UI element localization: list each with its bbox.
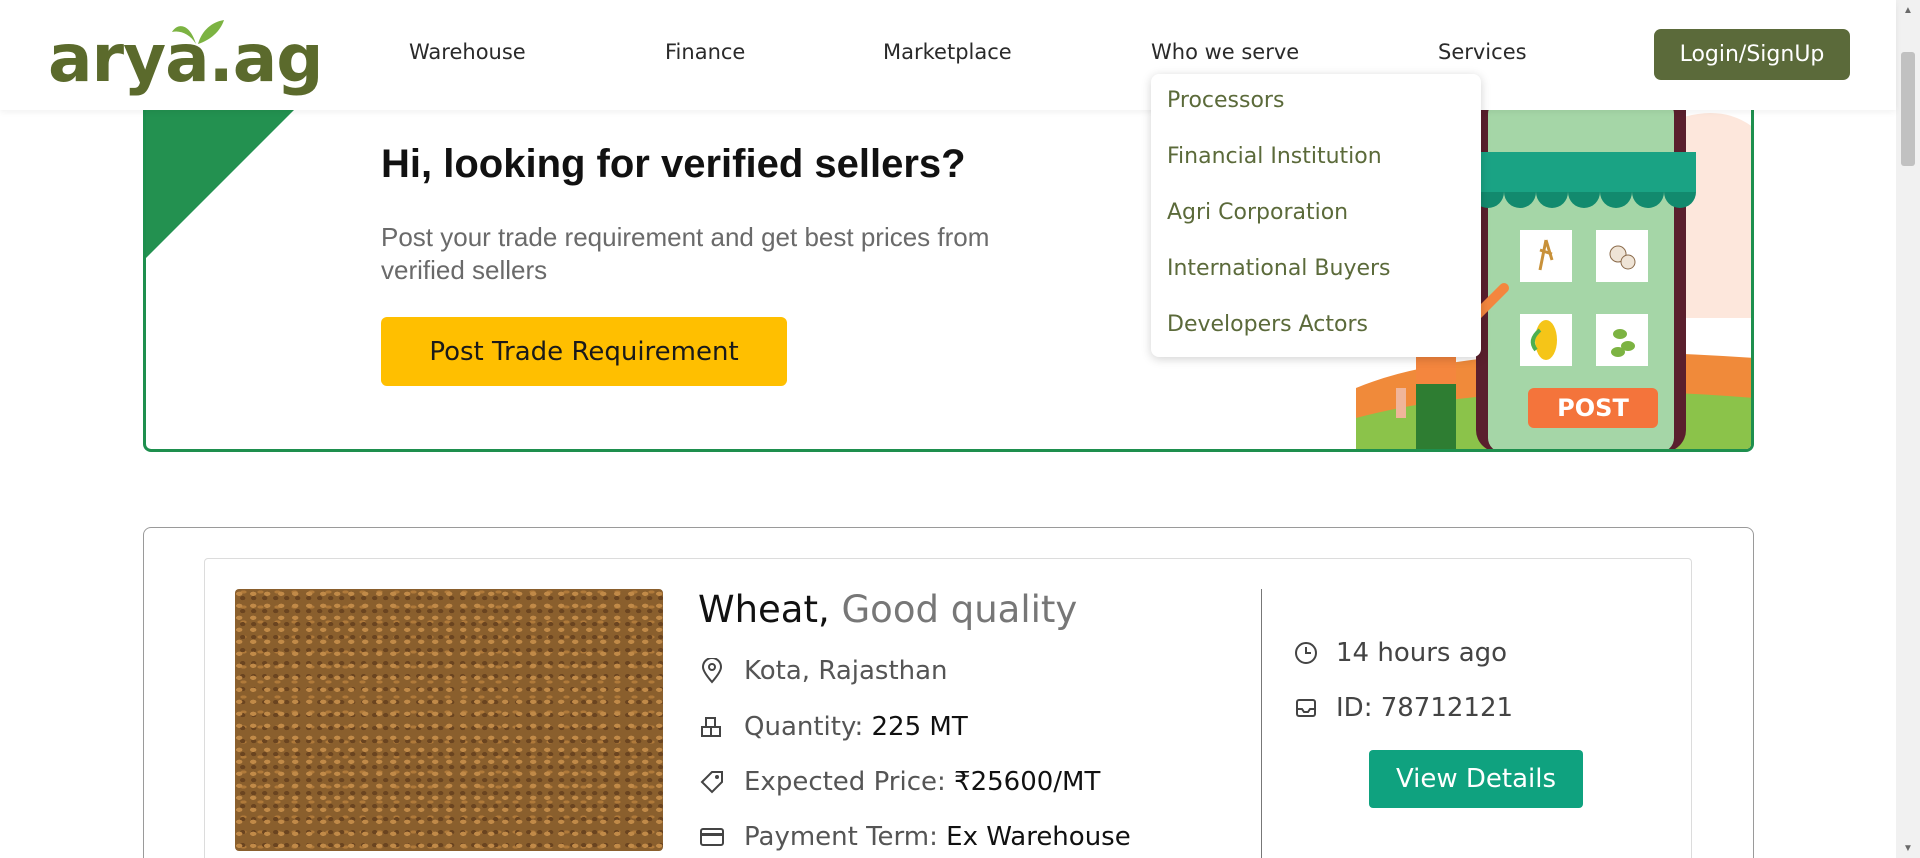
- banner-title: Hi, looking for verified sellers?: [381, 142, 966, 186]
- price-row: Expected Price: ₹25600/MT: [698, 767, 1100, 797]
- login-signup-button[interactable]: Login/SignUp: [1654, 29, 1850, 80]
- phone-post-label: POST: [1557, 394, 1629, 422]
- listing-divider: [1261, 589, 1262, 858]
- posted-time-row: 14 hours ago: [1292, 638, 1507, 668]
- listing-title: Wheat, Good quality: [698, 588, 1077, 631]
- menu-item-processors[interactable]: Processors: [1151, 86, 1481, 142]
- page-scrollbar[interactable]: ▲ ▼: [1896, 0, 1920, 858]
- inbox-icon: [1292, 694, 1320, 722]
- banner-corner-accent: [146, 88, 316, 258]
- commodity-name: Wheat,: [698, 588, 830, 631]
- credit-card-icon: [698, 823, 726, 851]
- quantity-label: Quantity:: [744, 712, 864, 742]
- who-we-serve-dropdown: Processors Financial Institution Agri Co…: [1151, 74, 1481, 357]
- nav-warehouse[interactable]: Warehouse: [409, 40, 526, 64]
- nav-marketplace[interactable]: Marketplace: [883, 40, 1012, 64]
- location-row: Kota, Rajasthan: [698, 656, 948, 686]
- payment-label: Payment Term:: [744, 822, 938, 852]
- scrollbar-thumb[interactable]: [1901, 52, 1915, 166]
- payment-value: Ex Warehouse: [946, 822, 1131, 852]
- price-value: ₹25600/MT: [954, 767, 1101, 797]
- view-details-button[interactable]: View Details: [1369, 750, 1583, 808]
- nav-who-we-serve[interactable]: Who we serve: [1151, 40, 1299, 64]
- price-tag-icon: [698, 768, 726, 796]
- payment-row: Payment Term: Ex Warehouse: [698, 822, 1131, 852]
- listing-id: ID: 78712121: [1336, 693, 1514, 723]
- boxes-icon: [698, 713, 726, 741]
- listing-id-row: ID: 78712121: [1292, 693, 1513, 723]
- nav-finance[interactable]: Finance: [665, 40, 745, 64]
- menu-item-international-buyers[interactable]: International Buyers: [1151, 254, 1481, 310]
- trade-requirement-banner: Hi, looking for verified sellers? Post y…: [143, 88, 1754, 452]
- menu-item-financial-institution[interactable]: Financial Institution: [1151, 142, 1481, 198]
- arya-ag-logo[interactable]: arya.ag: [48, 12, 323, 92]
- banner-subtitle: Post your trade requirement and get best…: [381, 222, 990, 285]
- wheat-product-image[interactable]: [235, 589, 663, 851]
- post-trade-requirement-button[interactable]: Post Trade Requirement: [381, 317, 787, 386]
- scroll-down-arrow-icon[interactable]: ▼: [1896, 838, 1920, 858]
- posted-time: 14 hours ago: [1336, 638, 1508, 668]
- price-label: Expected Price:: [744, 767, 946, 797]
- quality-label: Good quality: [841, 588, 1078, 631]
- menu-item-agri-corporation[interactable]: Agri Corporation: [1151, 198, 1481, 254]
- nav-services[interactable]: Services: [1438, 40, 1527, 64]
- scroll-up-arrow-icon[interactable]: ▲: [1896, 0, 1920, 20]
- location-pin-icon: [698, 657, 726, 685]
- leaf-icon: [172, 20, 224, 44]
- location-text: Kota, Rajasthan: [744, 656, 948, 686]
- quantity-row: Quantity: 225 MT: [698, 712, 968, 742]
- clock-icon: [1292, 639, 1320, 667]
- quantity-value: 225 MT: [871, 712, 968, 742]
- menu-item-developers-actors[interactable]: Developers Actors: [1151, 310, 1481, 366]
- site-header: arya.ag Warehouse Finance Marketplace Wh…: [0, 0, 1896, 110]
